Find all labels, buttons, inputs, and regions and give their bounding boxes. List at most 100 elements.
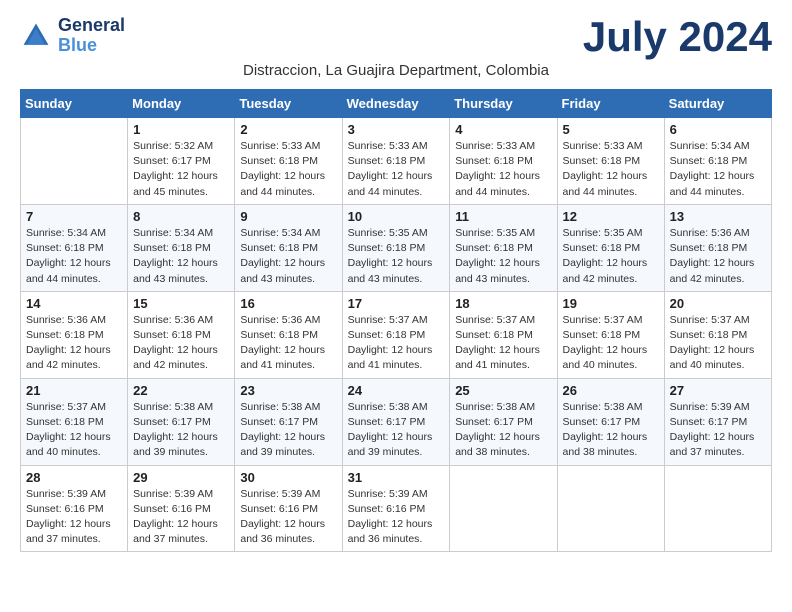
calendar-table: SundayMondayTuesdayWednesdayThursdayFrid… bbox=[20, 89, 772, 552]
day-info: Sunrise: 5:38 AMSunset: 6:17 PMDaylight:… bbox=[133, 400, 229, 461]
day-number: 23 bbox=[240, 383, 336, 398]
day-number: 20 bbox=[670, 296, 766, 311]
day-number: 1 bbox=[133, 122, 229, 137]
day-info: Sunrise: 5:34 AMSunset: 6:18 PMDaylight:… bbox=[133, 226, 229, 287]
calendar-cell: 12 Sunrise: 5:35 AMSunset: 6:18 PMDayligh… bbox=[557, 204, 664, 291]
calendar-cell: 31 Sunrise: 5:39 AMSunset: 6:16 PMDayligh… bbox=[342, 465, 450, 552]
day-info: Sunrise: 5:36 AMSunset: 6:18 PMDaylight:… bbox=[240, 313, 336, 374]
calendar-cell: 18Sunrise: 5:37 AMSunset: 6:18 PMDayligh… bbox=[450, 291, 557, 378]
calendar-cell: 16 Sunrise: 5:36 AMSunset: 6:18 PMDayligh… bbox=[235, 291, 342, 378]
day-info: Sunrise: 5:37 AMSunset: 6:18 PMDaylight:… bbox=[348, 313, 445, 374]
calendar-cell: 19Sunrise: 5:37 AMSunset: 6:18 PMDayligh… bbox=[557, 291, 664, 378]
day-info: Sunrise: 5:39 AMSunset: 6:16 PMDaylight:… bbox=[348, 487, 445, 548]
day-info: Sunrise: 5:37 AMSunset: 6:18 PMDaylight:… bbox=[670, 313, 766, 374]
logo-text: General Blue bbox=[58, 16, 125, 56]
day-info: Sunrise: 5:38 AMSunset: 6:17 PMDaylight:… bbox=[348, 400, 445, 461]
day-info: Sunrise: 5:33 AMSunset: 6:18 PMDaylight:… bbox=[348, 139, 445, 200]
calendar-cell: 29 Sunrise: 5:39 AMSunset: 6:16 PMDayligh… bbox=[128, 465, 235, 552]
calendar-cell: 1 Sunrise: 5:32 AMSunset: 6:17 PMDaylight… bbox=[128, 118, 235, 205]
calendar-cell: 6 Sunrise: 5:34 AMSunset: 6:18 PMDaylight… bbox=[664, 118, 771, 205]
day-info: Sunrise: 5:38 AMSunset: 6:17 PMDaylight:… bbox=[563, 400, 659, 461]
day-number: 21 bbox=[26, 383, 122, 398]
calendar-cell: 8 Sunrise: 5:34 AMSunset: 6:18 PMDaylight… bbox=[128, 204, 235, 291]
day-info: Sunrise: 5:37 AMSunset: 6:18 PMDaylight:… bbox=[26, 400, 122, 461]
page-header: General Blue July 2024 bbox=[20, 16, 772, 58]
day-number: 9 bbox=[240, 209, 336, 224]
weekday-header-saturday: Saturday bbox=[664, 90, 771, 118]
calendar-cell: 17 Sunrise: 5:37 AMSunset: 6:18 PMDayligh… bbox=[342, 291, 450, 378]
calendar-cell bbox=[664, 465, 771, 552]
calendar-cell: 10Sunrise: 5:35 AMSunset: 6:18 PMDayligh… bbox=[342, 204, 450, 291]
day-info: Sunrise: 5:37 AMSunset: 6:18 PMDaylight:… bbox=[455, 313, 551, 374]
day-info: Sunrise: 5:38 AMSunset: 6:17 PMDaylight:… bbox=[455, 400, 551, 461]
day-info: Sunrise: 5:37 AMSunset: 6:18 PMDaylight:… bbox=[563, 313, 659, 374]
day-number: 12 bbox=[563, 209, 659, 224]
calendar-cell: 11 Sunrise: 5:35 AMSunset: 6:18 PMDayligh… bbox=[450, 204, 557, 291]
calendar-cell: 15 Sunrise: 5:36 AMSunset: 6:18 PMDayligh… bbox=[128, 291, 235, 378]
day-info: Sunrise: 5:36 AMSunset: 6:18 PMDaylight:… bbox=[670, 226, 766, 287]
day-info: Sunrise: 5:33 AMSunset: 6:18 PMDaylight:… bbox=[563, 139, 659, 200]
calendar-cell: 27 Sunrise: 5:39 AMSunset: 6:17 PMDayligh… bbox=[664, 378, 771, 465]
day-info: Sunrise: 5:33 AMSunset: 6:18 PMDaylight:… bbox=[240, 139, 336, 200]
calendar-cell: 26Sunrise: 5:38 AMSunset: 6:17 PMDayligh… bbox=[557, 378, 664, 465]
day-info: Sunrise: 5:32 AMSunset: 6:17 PMDaylight:… bbox=[133, 139, 229, 200]
calendar-cell: 7Sunrise: 5:34 AMSunset: 6:18 PMDaylight… bbox=[21, 204, 128, 291]
day-number: 25 bbox=[455, 383, 551, 398]
calendar-cell: 14 Sunrise: 5:36 AMSunset: 6:18 PMDayligh… bbox=[21, 291, 128, 378]
calendar-cell: 21 Sunrise: 5:37 AMSunset: 6:18 PMDayligh… bbox=[21, 378, 128, 465]
day-number: 4 bbox=[455, 122, 551, 137]
calendar-cell: 22 Sunrise: 5:38 AMSunset: 6:17 PMDayligh… bbox=[128, 378, 235, 465]
weekday-header-sunday: Sunday bbox=[21, 90, 128, 118]
logo: General Blue bbox=[20, 16, 125, 56]
day-info: Sunrise: 5:34 AMSunset: 6:18 PMDaylight:… bbox=[240, 226, 336, 287]
weekday-header-wednesday: Wednesday bbox=[342, 90, 450, 118]
day-number: 22 bbox=[133, 383, 229, 398]
calendar-cell: 9 Sunrise: 5:34 AMSunset: 6:18 PMDaylight… bbox=[235, 204, 342, 291]
day-info: Sunrise: 5:38 AMSunset: 6:17 PMDaylight:… bbox=[240, 400, 336, 461]
weekday-header-monday: Monday bbox=[128, 90, 235, 118]
day-number: 13 bbox=[670, 209, 766, 224]
day-number: 30 bbox=[240, 470, 336, 485]
calendar-cell: 23 Sunrise: 5:38 AMSunset: 6:17 PMDayligh… bbox=[235, 378, 342, 465]
calendar-cell: 25 Sunrise: 5:38 AMSunset: 6:17 PMDayligh… bbox=[450, 378, 557, 465]
calendar-week-row: 14 Sunrise: 5:36 AMSunset: 6:18 PMDayligh… bbox=[21, 291, 772, 378]
day-number: 15 bbox=[133, 296, 229, 311]
calendar-cell: 5 Sunrise: 5:33 AMSunset: 6:18 PMDaylight… bbox=[557, 118, 664, 205]
day-number: 17 bbox=[348, 296, 445, 311]
calendar-cell: 13 Sunrise: 5:36 AMSunset: 6:18 PMDayligh… bbox=[664, 204, 771, 291]
day-number: 29 bbox=[133, 470, 229, 485]
weekday-header-tuesday: Tuesday bbox=[235, 90, 342, 118]
location-subtitle: Distraccion, La Guajira Department, Colo… bbox=[20, 62, 772, 79]
day-number: 11 bbox=[455, 209, 551, 224]
day-info: Sunrise: 5:35 AMSunset: 6:18 PMDaylight:… bbox=[455, 226, 551, 287]
day-info: Sunrise: 5:35 AMSunset: 6:18 PMDaylight:… bbox=[563, 226, 659, 287]
day-number: 14 bbox=[26, 296, 122, 311]
calendar-cell: 3 Sunrise: 5:33 AMSunset: 6:18 PMDaylight… bbox=[342, 118, 450, 205]
day-number: 31 bbox=[348, 470, 445, 485]
day-number: 16 bbox=[240, 296, 336, 311]
day-info: Sunrise: 5:39 AMSunset: 6:16 PMDaylight:… bbox=[240, 487, 336, 548]
day-number: 24 bbox=[348, 383, 445, 398]
day-info: Sunrise: 5:39 AMSunset: 6:16 PMDaylight:… bbox=[26, 487, 122, 548]
day-info: Sunrise: 5:33 AMSunset: 6:18 PMDaylight:… bbox=[455, 139, 551, 200]
day-number: 5 bbox=[563, 122, 659, 137]
day-info: Sunrise: 5:36 AMSunset: 6:18 PMDaylight:… bbox=[26, 313, 122, 374]
calendar-cell: 2 Sunrise: 5:33 AMSunset: 6:18 PMDaylight… bbox=[235, 118, 342, 205]
day-number: 2 bbox=[240, 122, 336, 137]
calendar-cell: 4 Sunrise: 5:33 AMSunset: 6:18 PMDaylight… bbox=[450, 118, 557, 205]
weekday-header-thursday: Thursday bbox=[450, 90, 557, 118]
day-info: Sunrise: 5:39 AMSunset: 6:16 PMDaylight:… bbox=[133, 487, 229, 548]
calendar-week-row: 21 Sunrise: 5:37 AMSunset: 6:18 PMDayligh… bbox=[21, 378, 772, 465]
calendar-header-row: SundayMondayTuesdayWednesdayThursdayFrid… bbox=[21, 90, 772, 118]
day-number: 27 bbox=[670, 383, 766, 398]
day-number: 8 bbox=[133, 209, 229, 224]
day-info: Sunrise: 5:39 AMSunset: 6:17 PMDaylight:… bbox=[670, 400, 766, 461]
day-number: 6 bbox=[670, 122, 766, 137]
day-info: Sunrise: 5:34 AMSunset: 6:18 PMDaylight:… bbox=[670, 139, 766, 200]
day-number: 3 bbox=[348, 122, 445, 137]
day-info: Sunrise: 5:36 AMSunset: 6:18 PMDaylight:… bbox=[133, 313, 229, 374]
calendar-week-row: 1 Sunrise: 5:32 AMSunset: 6:17 PMDaylight… bbox=[21, 118, 772, 205]
day-number: 7 bbox=[26, 209, 122, 224]
calendar-cell: 20 Sunrise: 5:37 AMSunset: 6:18 PMDayligh… bbox=[664, 291, 771, 378]
month-title: July 2024 bbox=[583, 16, 772, 58]
